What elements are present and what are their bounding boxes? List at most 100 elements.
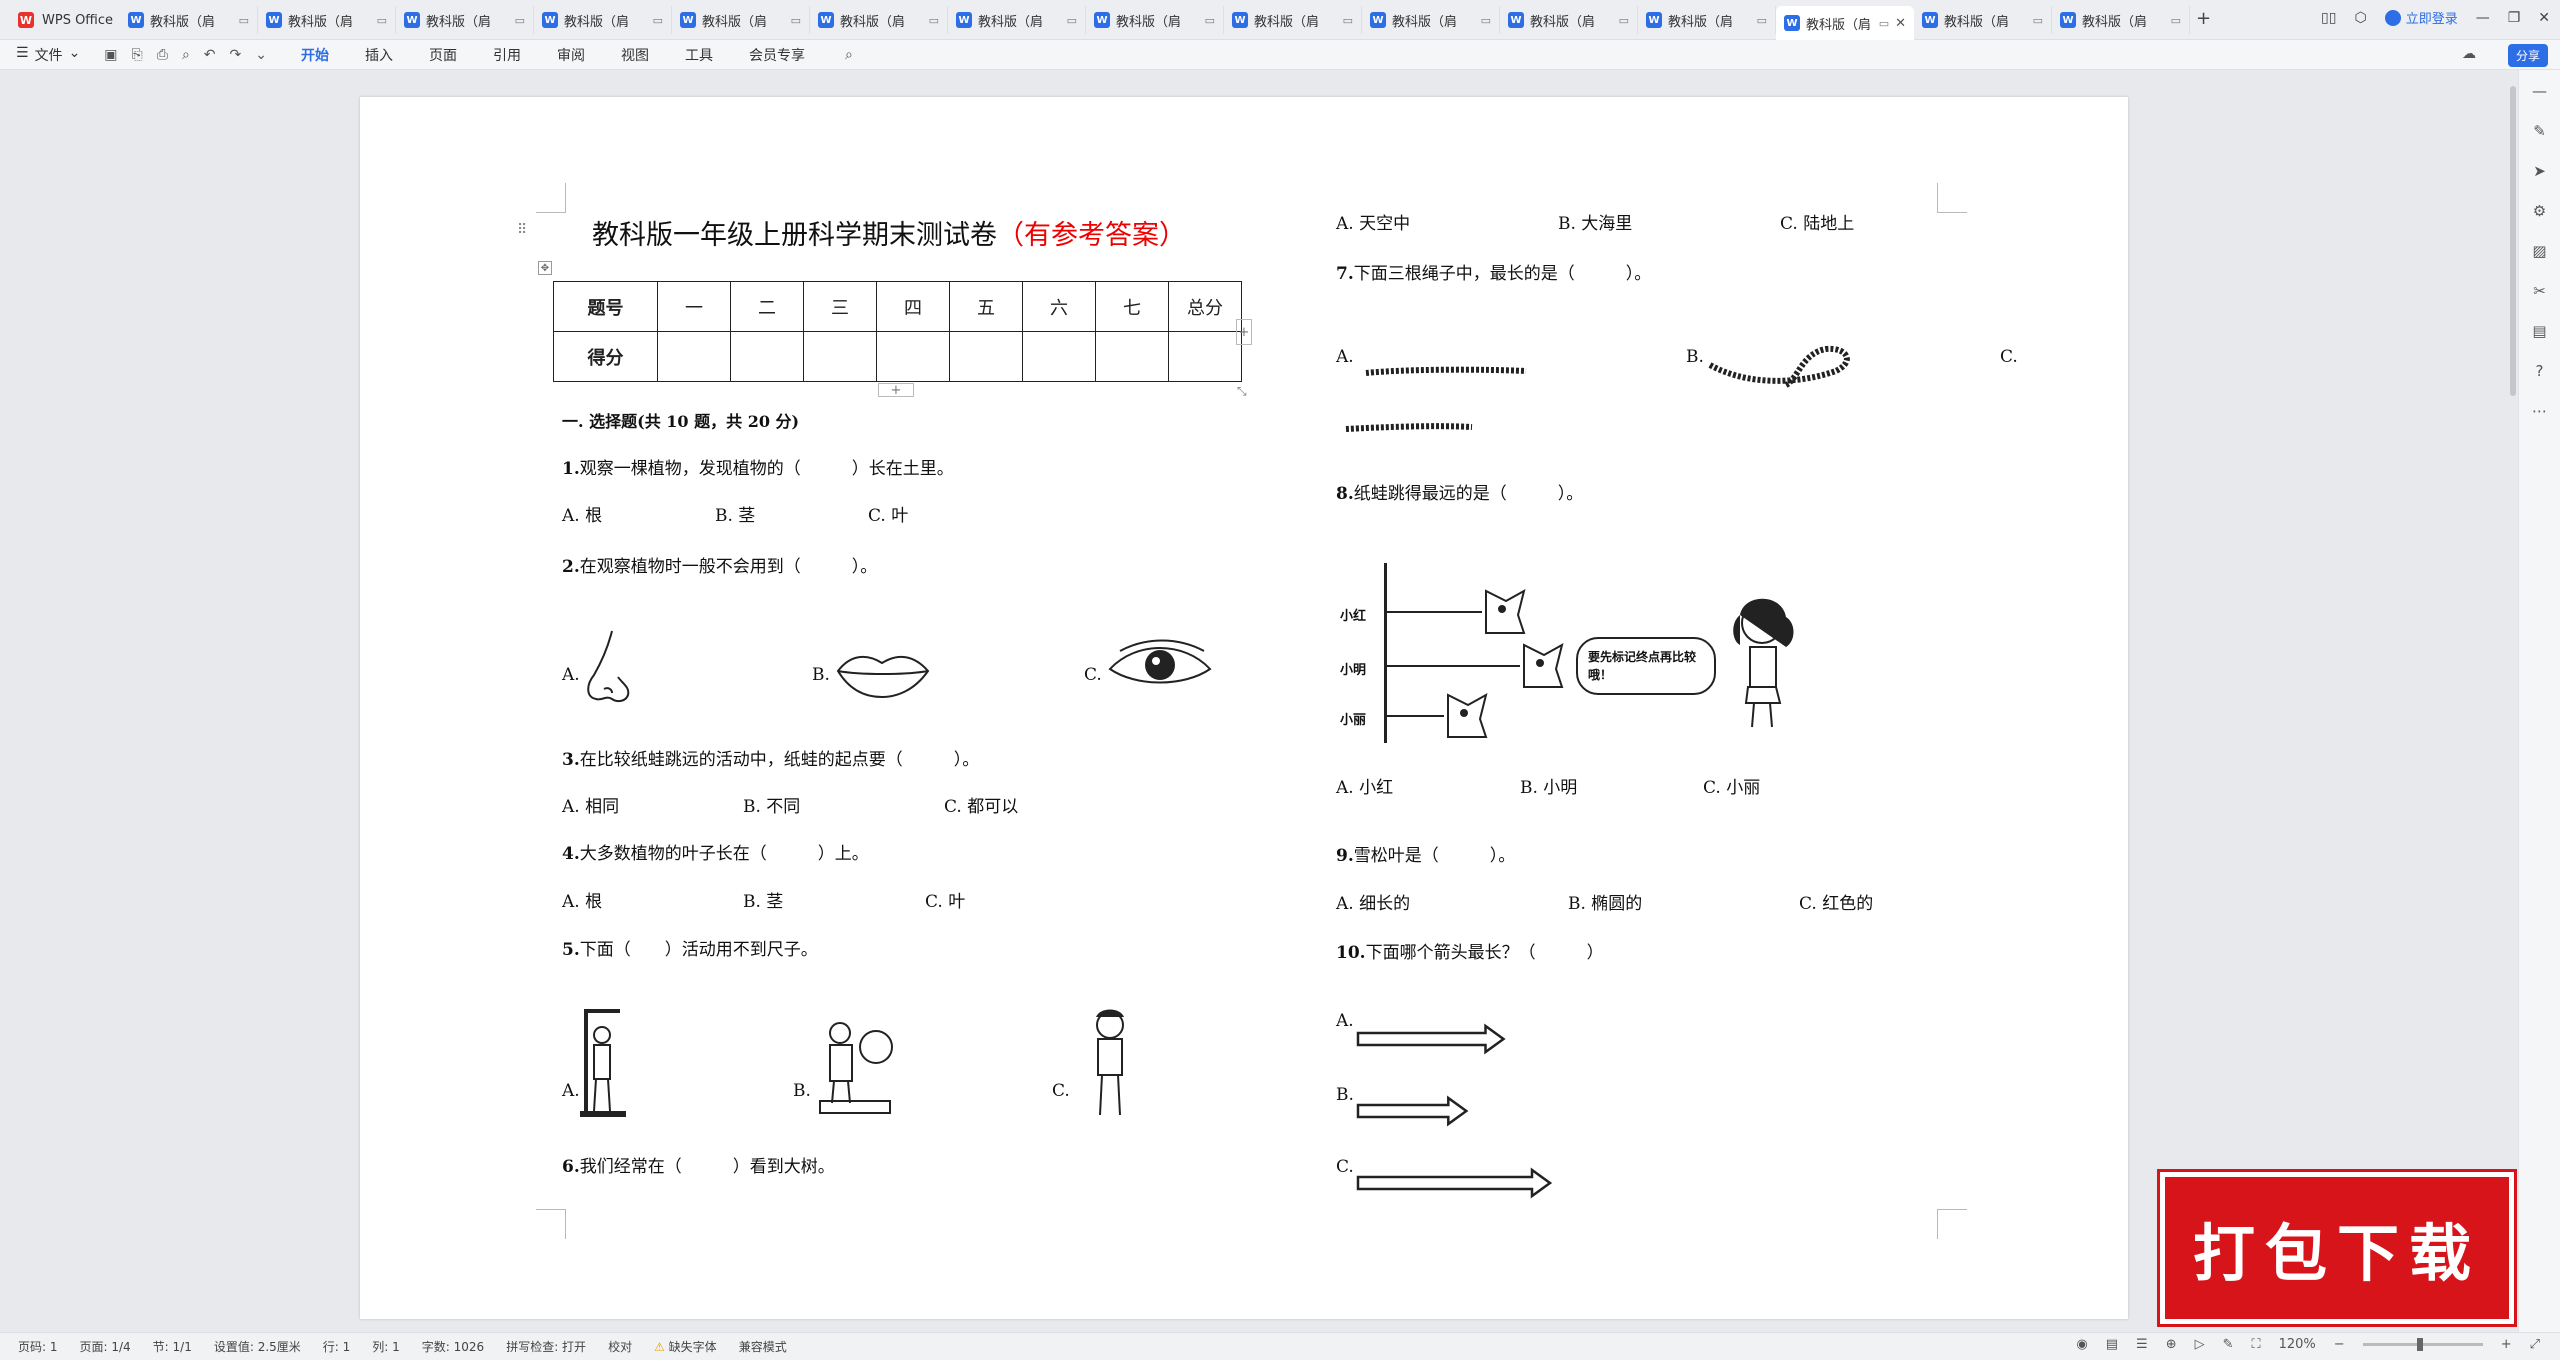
table-cell[interactable]: 二 [730,281,804,332]
login-button[interactable]: 立即登录 [2384,8,2458,27]
search-icon[interactable]: ⌕ [845,47,853,63]
status-page-number[interactable]: 页码: 1 [18,1338,58,1355]
document-tab[interactable]: W 教科版（肩 ▭ ✕ [1776,6,1914,40]
document-tab[interactable]: W 教科版（肩 ▭ [1086,6,1224,34]
document-page[interactable]: ⠿ 教科版一年级上册科学期末测试卷（有参考答案） ✥ 题号一二三四五六七总分 得… [360,97,2128,1319]
fit-icon[interactable]: ⛶ [2252,1337,2261,1352]
table-cell[interactable] [1022,331,1096,382]
add-row-button[interactable]: + [878,383,914,398]
document-tab[interactable]: W 教科版（肩 ▭ [2052,6,2190,34]
cloud-icon[interactable]: ☁ [2462,46,2476,62]
status-spell-check[interactable]: 拼写检查: 打开 [506,1338,586,1355]
redo-icon[interactable]: ↷ [230,47,242,63]
help-icon[interactable]: ? [2536,362,2544,380]
document-tab[interactable]: W 教科版（肩 ▭ [810,6,948,34]
document-tab[interactable]: W 教科版（肩 ▭ [534,6,672,34]
table-cell[interactable]: 一 [657,281,731,332]
close-tab-icon[interactable]: ✕ [1895,16,1906,31]
image-icon[interactable]: ▨ [2532,242,2546,260]
ribbon-tab[interactable]: 会员专享 [749,41,805,69]
layout-icon[interactable]: ▯▯ [2321,10,2336,26]
table-cell[interactable]: 总分 [1168,281,1242,332]
page-view-icon[interactable]: ▤ [2106,1337,2118,1352]
play-icon[interactable]: ▷ [2195,1337,2205,1352]
zoom-out-button[interactable]: − [2334,1337,2345,1352]
table-cell[interactable] [657,331,731,382]
print-icon[interactable]: ⎙ [157,47,168,63]
status-word-count[interactable]: 字数: 1026 [422,1338,484,1355]
drag-handle-icon[interactable]: ⠿ [517,222,527,238]
document-tab[interactable]: W 教科版（肩 ▭ [396,6,534,34]
pen-icon[interactable]: ✎ [2533,122,2546,140]
table-cell[interactable] [1168,331,1242,382]
table-resize-icon[interactable]: ⤡ [1237,384,1247,399]
zoom-level[interactable]: 120% [2279,1337,2316,1352]
document-tab[interactable]: W 教科版（肩 ▭ [1638,6,1776,34]
document-tab[interactable]: W 教科版（肩 ▭ [672,6,810,34]
table-cell[interactable] [1095,331,1169,382]
ribbon-tab[interactable]: 视图 [621,41,649,69]
table-cell[interactable]: 三 [803,281,877,332]
restore-icon[interactable]: ❐ [2508,10,2521,26]
document-tab[interactable]: W 教科版（肩 ▭ [948,6,1086,34]
table-cell[interactable]: 五 [949,281,1023,332]
ribbon-tab[interactable]: 页面 [429,41,457,69]
ribbon-tab[interactable]: 审阅 [557,41,585,69]
adjust-icon[interactable]: ⚙ [2533,202,2546,220]
fullscreen-icon[interactable]: ⤢ [2530,1337,2540,1352]
zoom-slider-thumb[interactable] [2416,1338,2423,1351]
document-tab[interactable]: W 教科版（肩 ▭ [1914,6,2052,34]
document-tab[interactable]: W 教科版（肩 ▭ [1362,6,1500,34]
status-pages[interactable]: 页面: 1/4 [80,1338,131,1355]
minimize-icon[interactable]: — [2476,10,2490,26]
export-icon[interactable]: ⎘ [132,47,143,63]
ribbon-tab[interactable]: 工具 [685,41,713,69]
web-view-icon[interactable]: ⊕ [2166,1337,2177,1352]
print-preview-icon[interactable]: ⌕ [182,47,190,63]
ribbon-tab[interactable]: 插入 [365,41,393,69]
table-cell[interactable]: 六 [1022,281,1096,332]
file-menu[interactable]: ☰ 文件 ⌄ [16,45,80,65]
write-icon[interactable]: ✎ [2223,1337,2234,1352]
table-cell[interactable]: 四 [876,281,950,332]
document-tab[interactable]: W 教科版（肩 ▭ [1500,6,1638,34]
more-chevron-icon[interactable]: ⌄ [255,47,267,63]
zoom-slider[interactable] [2362,1338,2483,1351]
question-7: 7.下面三根绳子中，最长的是（ ）。 [1336,259,1651,284]
ribbon-tab[interactable]: 开始 [300,41,329,72]
table-cell[interactable] [876,331,950,382]
document-tab[interactable]: W 教科版（肩 ▭ [258,6,396,34]
book-icon[interactable]: ▤ [2532,322,2546,340]
document-tab[interactable]: W 教科版（肩 ▭ [1224,6,1362,34]
status-section[interactable]: 节: 1/1 [153,1338,192,1355]
table-cell[interactable] [949,331,1023,382]
tools-icon[interactable]: ✂ [2533,282,2546,300]
ribbon-tab[interactable]: 引用 [493,41,521,69]
document-tab[interactable]: W 教科版（肩 ▭ [120,6,258,34]
eye-protect-icon[interactable]: ◉ [2076,1337,2087,1352]
cursor-icon[interactable]: ➤ [2533,162,2546,180]
more-icon[interactable]: ⋯ [2532,402,2547,420]
vertical-scrollbar[interactable] [2510,86,2516,396]
add-column-button[interactable]: + [1236,319,1252,345]
status-proofread[interactable]: 校对 [608,1338,632,1355]
table-cell[interactable]: 题号 [553,281,658,332]
wps-home-tab[interactable]: W WPS Office [8,6,123,34]
close-icon[interactable]: ✕ [2538,10,2550,26]
zoom-in-button[interactable]: + [2501,1337,2512,1352]
status-setting[interactable]: 设置值: 2.5厘米 [214,1338,301,1355]
add-tab-button[interactable]: + [2196,8,2211,29]
collapse-icon[interactable]: — [2532,82,2547,100]
share-button[interactable]: 分享 [2507,44,2548,67]
table-cell[interactable]: 七 [1095,281,1169,332]
download-stamp-badge[interactable]: 打包下载 [2157,1169,2517,1327]
cube-icon[interactable]: ⬡ [2354,10,2366,26]
status-missing-font[interactable]: ⚠ 缺失字体 [654,1338,717,1355]
undo-icon[interactable]: ↶ [204,47,216,63]
outline-view-icon[interactable]: ☰ [2136,1337,2148,1352]
save-icon[interactable]: ▣ [104,47,117,63]
table-cell[interactable] [803,331,877,382]
table-move-icon[interactable]: ✥ [538,261,552,275]
table-cell[interactable]: 得分 [553,331,658,382]
table-cell[interactable] [730,331,804,382]
